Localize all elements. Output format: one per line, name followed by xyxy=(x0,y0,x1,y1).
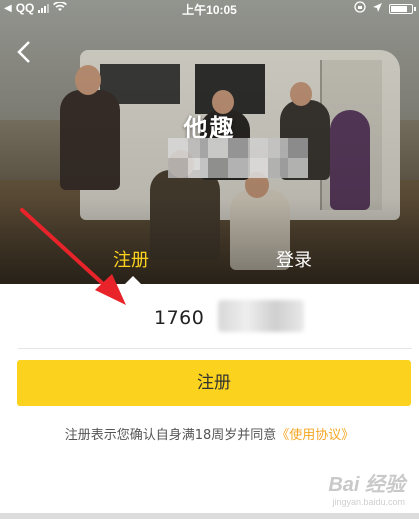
blurred-subtitle xyxy=(168,138,308,178)
terms-link[interactable]: 《使用协议》 xyxy=(276,428,354,443)
watermark: Bai 经验 jingyan.baidu.com xyxy=(328,468,405,507)
watermark-brand: Bai 经验 xyxy=(328,474,405,496)
battery-icon xyxy=(389,3,416,14)
register-button[interactable]: 注册 xyxy=(17,360,411,406)
active-tab-indicator xyxy=(125,276,141,284)
phone-value: 1760 xyxy=(154,307,205,329)
tab-login[interactable]: 登录 xyxy=(276,246,312,272)
bottom-divider xyxy=(0,513,419,519)
status-bar: ◀ QQ 上午10:05 xyxy=(0,0,419,18)
phone-input[interactable]: 1760 xyxy=(18,296,412,349)
back-button[interactable] xyxy=(16,40,38,66)
auth-tabs: 注册 登录 xyxy=(0,240,419,284)
location-icon xyxy=(372,2,383,16)
agreement-text: 注册表示您确认自身满18周岁并同意《使用协议》 xyxy=(0,424,419,443)
blurred-phone-digits xyxy=(218,300,304,332)
tab-register[interactable]: 注册 xyxy=(113,246,149,272)
rotation-lock-icon xyxy=(354,1,366,16)
watermark-url: jingyan.baidu.com xyxy=(332,497,405,507)
agreement-statement: 注册表示您确认自身满18周岁并同意 xyxy=(64,428,277,443)
